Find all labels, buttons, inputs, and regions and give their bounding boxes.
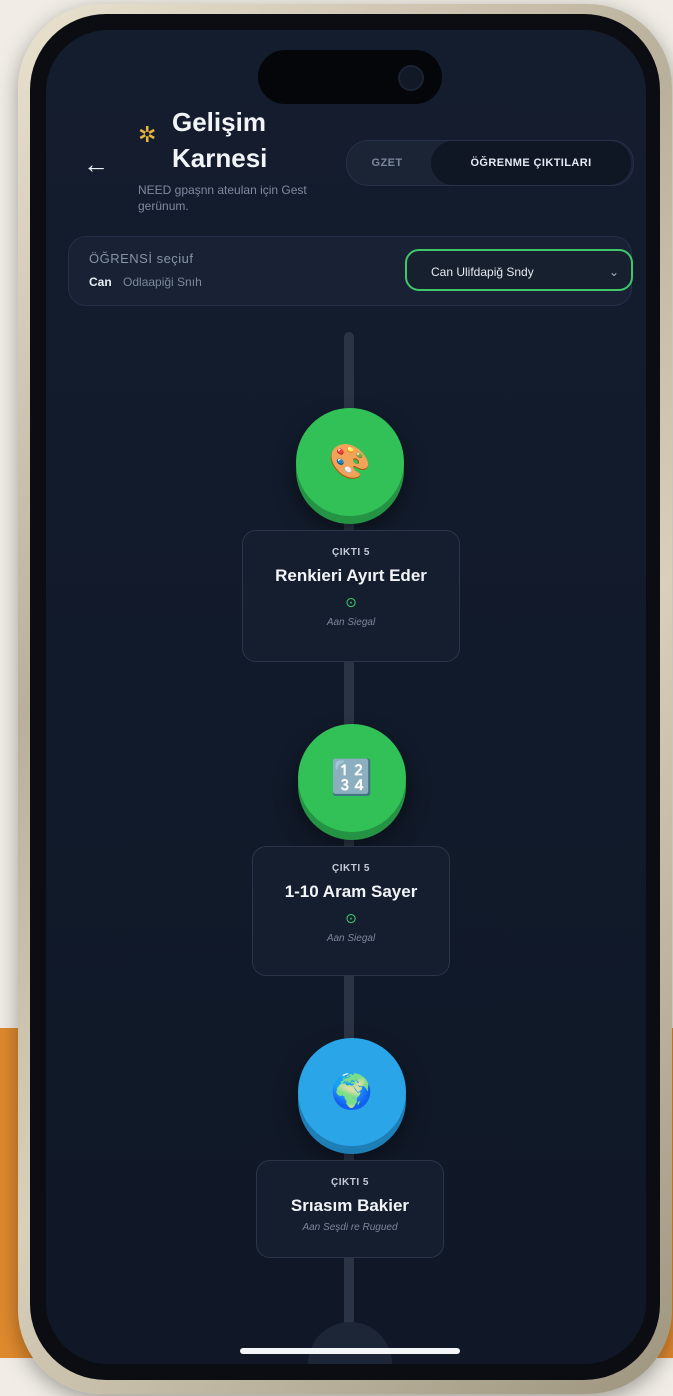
globe-icon: 🌍 — [330, 1073, 374, 1111]
student-selector-label: ÖĞRENSİ seçiuf — [89, 251, 194, 266]
outcome-title: Srıasım Bakier — [290, 1196, 410, 1215]
outcome-node[interactable]: 🎨 — [296, 408, 404, 516]
outcome-title: Renkieri Ayırt Eder — [275, 566, 427, 585]
segment-ogrenme-ciktilari[interactable]: ÖĞRENME ÇIKTILARI — [431, 141, 631, 185]
student-dropdown-value: Can Ulifdapiğ Sndy — [431, 265, 534, 279]
home-indicator[interactable] — [240, 1348, 460, 1354]
outcome-tag: ÇIKTI 5 — [331, 1177, 369, 1188]
check-circle-icon: ⊙ — [345, 594, 357, 610]
outcome-footer: Aan Siegal — [326, 617, 376, 628]
outcome-footer: Aan Siegal — [326, 933, 376, 944]
dynamic-island — [258, 50, 442, 104]
numbers-icon: 🔢 — [330, 759, 374, 797]
outcome-card[interactable]: ÇIKTI 5 Renkieri Ayırt Eder ⊙ Aan Siegal — [242, 530, 460, 662]
app-screen: ← ✲ Gelişim Karnesi NEED gpaşnn ateulan … — [46, 30, 646, 1364]
outcome-node[interactable]: 🔢 — [298, 724, 406, 832]
page-subtitle: NEED gpaşnn ateulan için Gest gerünum. — [138, 183, 307, 213]
camera-icon — [398, 65, 424, 91]
outcome-tag: ÇIKTI 5 — [332, 547, 370, 558]
outcome-footer: Aan Seşdi re Rugued — [302, 1222, 398, 1233]
back-button[interactable]: ← — [78, 146, 114, 182]
outcome-tag: ÇIKTI 5 — [332, 863, 370, 874]
student-selector-summary: Can Odlaapiği Snıh — [89, 275, 202, 289]
student-selector-card: ÖĞRENSİ seçiuf Can Odlaapiği Snıh Can Ul… — [68, 236, 633, 306]
star-icon: ✲ — [138, 122, 157, 147]
page-title: Gelişim Karnesi — [172, 104, 267, 176]
chevron-down-icon: ⌄ — [608, 265, 619, 279]
view-segmented-control: GZET ÖĞRENME ÇIKTILARI — [346, 140, 634, 186]
arrow-left-icon: ← — [83, 149, 109, 179]
segment-ozet[interactable]: GZET — [347, 141, 427, 185]
student-name: Can — [89, 275, 112, 289]
palette-icon: 🎨 — [328, 443, 372, 481]
title-line: Karnesi — [172, 143, 268, 173]
student-dropdown[interactable]: Can Ulifdapiğ Sndy ⌄ — [405, 249, 633, 291]
outcome-node[interactable] — [308, 1322, 392, 1364]
outcome-card[interactable]: ÇIKTI 5 1-10 Aram Sayer ⊙ Aan Siegal — [252, 846, 450, 976]
title-line: Gelişim — [172, 107, 266, 137]
outcome-title: 1-10 Aram Sayer — [284, 882, 418, 901]
outcome-node[interactable]: 🌍 — [298, 1038, 406, 1146]
outcome-card[interactable]: ÇIKTI 5 Srıasım Bakier Aan Seşdi re Rugu… — [256, 1160, 444, 1258]
check-circle-icon: ⊙ — [345, 910, 357, 926]
student-detail: Odlaapiği Snıh — [123, 275, 202, 289]
